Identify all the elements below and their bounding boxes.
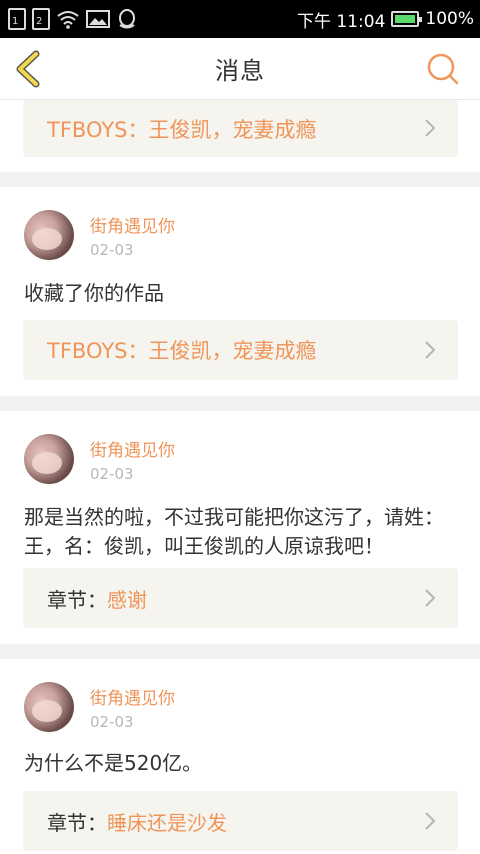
status-icons-right: 下午 11:04 100% <box>297 7 474 32</box>
user-row[interactable]: 街角遇见你 02-03 <box>24 434 175 484</box>
user-row[interactable]: 街角遇见你 02-03 <box>24 682 175 732</box>
user-info: 街角遇见你 02-03 <box>90 684 175 731</box>
message-date: 02-03 <box>90 464 134 483</box>
chevron-right-icon <box>425 589 436 607</box>
message-card: 街角遇见你 02-03 为什么不是520亿。 章节： 睡床还是沙发 <box>0 659 480 854</box>
qq-icon <box>119 9 135 29</box>
username[interactable]: 街角遇见你 <box>90 436 175 461</box>
sim2-icon: 2 <box>32 8 50 30</box>
wifi-icon <box>57 11 79 29</box>
message-card: 街角遇见你 02-03 收藏了你的作品 TFBOYS：王俊凯，宠妻成瘾 <box>0 187 480 396</box>
message-list[interactable]: TFBOYS：王俊凯，宠妻成瘾 街角遇见你 02-03 收藏了你的作品 TFBO… <box>0 100 480 854</box>
message-text: 那是当然的啦，不过我可能把你这污了，请姓：王，名：俊凯，叫王俊凯的人原谅我吧！ <box>24 505 444 558</box>
work-link[interactable]: TFBOYS：王俊凯，宠妻成瘾 <box>23 320 458 380</box>
back-button[interactable] <box>12 50 48 88</box>
chapter-link[interactable]: 章节： 感谢 <box>23 568 458 628</box>
page-title: 消息 <box>215 57 265 85</box>
sim1-label: 1 <box>12 16 19 27</box>
chapter-link[interactable]: 章节： 睡床还是沙发 <box>23 791 458 851</box>
message-text: 收藏了你的作品 <box>24 281 164 305</box>
status-bar: 1 2 下午 11:04 100% <box>0 0 480 38</box>
avatar[interactable] <box>24 210 74 260</box>
message-card: 街角遇见你 02-03 那是当然的啦，不过我可能把你这污了，请姓：王，名：俊凯，… <box>0 411 480 644</box>
chapter-prefix: 章节： <box>47 587 107 612</box>
message-card: TFBOYS：王俊凯，宠妻成瘾 <box>0 100 480 172</box>
chevron-left-icon <box>16 50 40 88</box>
chapter-prefix: 章节： <box>47 810 107 835</box>
image-icon <box>86 10 110 28</box>
username[interactable]: 街角遇见你 <box>90 684 175 709</box>
sim1-icon: 1 <box>8 8 26 30</box>
top-nav-bar: 消息 <box>0 38 480 100</box>
user-info: 街角遇见你 02-03 <box>90 212 175 259</box>
chapter-title: 感谢 <box>107 587 147 612</box>
search-button[interactable] <box>426 52 460 86</box>
user-row[interactable]: 街角遇见你 02-03 <box>24 210 175 260</box>
battery-icon <box>391 11 423 27</box>
work-link[interactable]: TFBOYS：王俊凯，宠妻成瘾 <box>23 100 458 157</box>
chevron-right-icon <box>425 812 436 830</box>
chevron-right-icon <box>425 119 436 137</box>
message-date: 02-03 <box>90 240 134 259</box>
message-text: 为什么不是520亿。 <box>24 751 203 775</box>
chapter-title: 睡床还是沙发 <box>107 810 227 835</box>
status-icons-left: 1 2 <box>8 8 138 30</box>
search-icon <box>427 53 459 85</box>
username[interactable]: 街角遇见你 <box>90 212 175 237</box>
user-info: 街角遇见你 02-03 <box>90 436 175 483</box>
battery-percent: 100% <box>425 9 474 29</box>
avatar[interactable] <box>24 682 74 732</box>
avatar[interactable] <box>24 434 74 484</box>
work-title: TFBOYS：王俊凯，宠妻成瘾 <box>47 339 317 363</box>
chevron-right-icon <box>425 341 436 359</box>
work-title: TFBOYS：王俊凯，宠妻成瘾 <box>47 117 317 142</box>
message-date: 02-03 <box>90 712 134 731</box>
sim2-label: 2 <box>36 16 43 27</box>
status-time: 下午 11:04 <box>296 11 386 32</box>
